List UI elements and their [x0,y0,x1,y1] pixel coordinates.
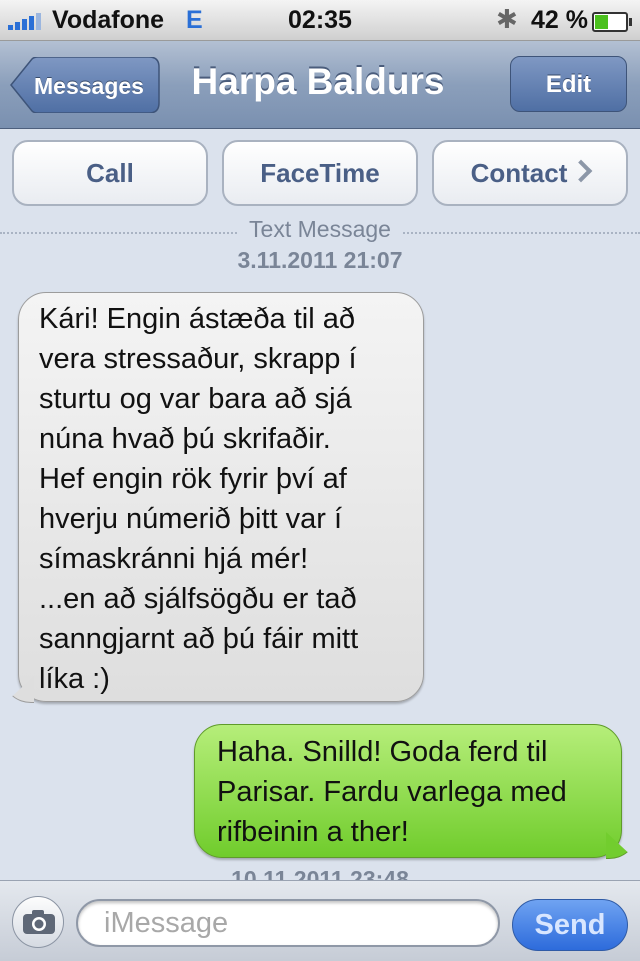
message-line: Kári! Engin ástæða til að [39,303,355,335]
message-line: sanngjarnt að þú fáir mitt [39,623,359,655]
navigation-bar: Messages Harpa Baldurs Edit [0,41,640,129]
thread-header: Text Message 3.11.2011 21:07 [0,216,640,274]
contact-label: Contact [470,158,568,188]
message-input[interactable]: iMessage [76,899,500,947]
battery-icon [592,12,632,32]
back-button-label: Messages [34,73,144,99]
bubble-tail [606,832,635,859]
message-line: núna hvað þú skrifaðir. [39,423,331,455]
message-line: líka :) [39,663,110,695]
message-line: vera stressaður, skrapp í [39,343,357,375]
message-line: sturtu og var bara að sjá [39,383,352,415]
message-line: símaskránni hjá mér! [39,543,309,575]
camera-button[interactable] [12,896,64,948]
bluetooth-icon: ✱ [496,4,518,34]
message-timestamp: 3.11.2011 21:07 [237,247,403,273]
message-line: Parisar. Fardu varlega med [217,776,567,808]
message-line: hverju númerið þitt var í [39,503,343,535]
edit-button[interactable]: Edit [510,56,627,112]
contact-button[interactable]: Contact [432,140,628,206]
facetime-button[interactable]: FaceTime [222,140,418,206]
call-button[interactable]: Call [12,140,208,206]
message-line: Haha. Snilld! Goda ferd til [217,736,548,768]
status-bar: Vodafone E 02:35 ✱ 42 % [0,0,640,41]
contact-actions: Call FaceTime Contact [0,140,640,210]
next-message-timestamp: 10.11.2011 23:48 [231,866,409,880]
message-line: ...en að sjálfsögðu er tað [39,583,357,615]
battery-percent: 42 % [531,6,588,34]
bubble-tail [5,676,34,703]
incoming-message-bubble[interactable]: Kári! Engin ástæða til að vera stressaðu… [5,292,424,703]
page-title: Harpa Baldurs [191,61,445,102]
send-button[interactable]: Send [512,899,628,951]
message-input-placeholder: iMessage [104,907,229,939]
outgoing-message-bubble[interactable]: Haha. Snilld! Goda ferd til Parisar. Far… [194,724,635,859]
call-label: Call [86,158,134,188]
facetime-label: FaceTime [260,158,380,188]
message-line: Hef engin rök fyrir því af [39,463,347,495]
message-line: rifbeinin a ther! [217,816,409,848]
message-type-label: Text Message [237,216,403,243]
compose-bar: iMessage Send [0,880,640,961]
camera-icon [23,910,55,934]
chevron-right-icon [570,159,593,183]
back-button[interactable]: Messages [10,57,160,113]
battery-fill [595,15,608,29]
